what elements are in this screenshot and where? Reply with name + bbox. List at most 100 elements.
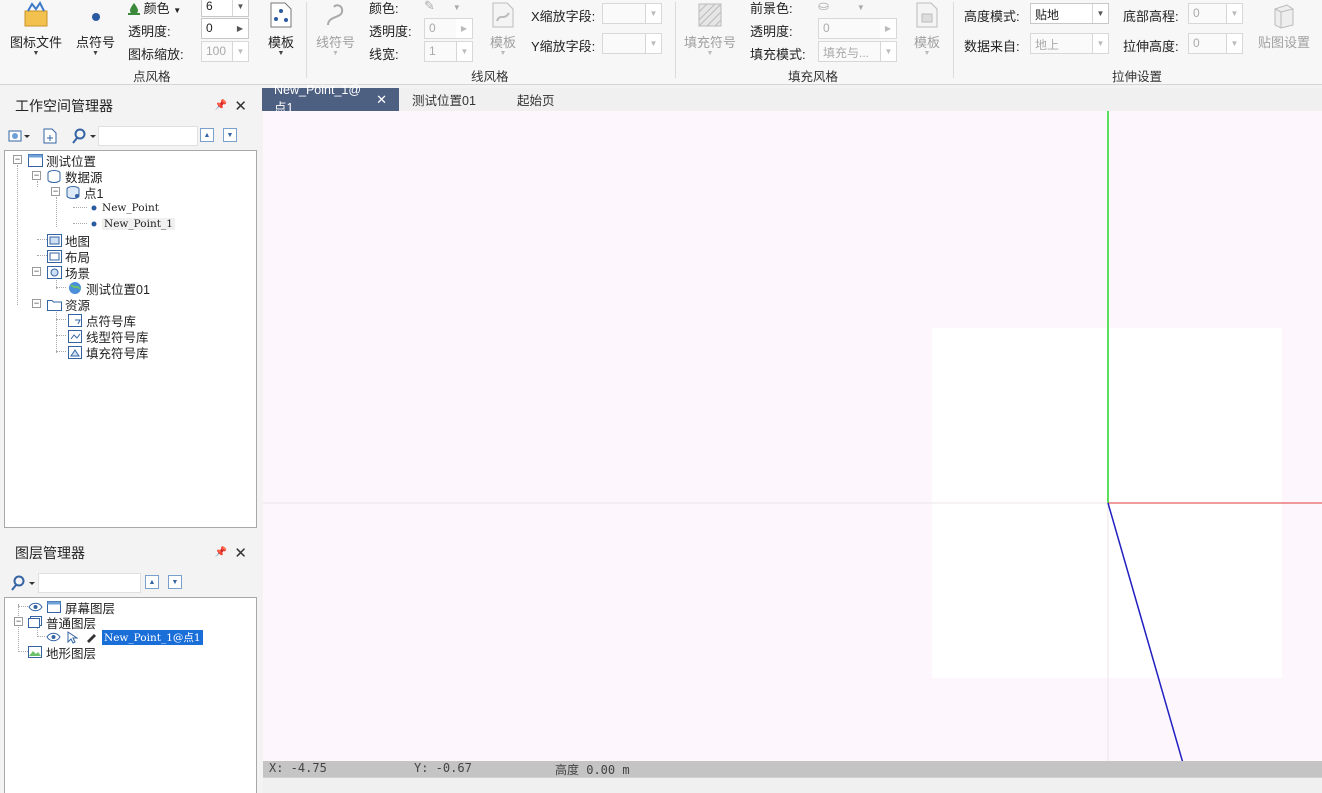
pin-icon[interactable]: 📌	[215, 547, 227, 558]
tree-node-new-point[interactable]: New_Point	[89, 200, 159, 216]
tab-scene[interactable]: 测试位置01	[400, 88, 488, 111]
arrow-up-icon[interactable]: ▲	[200, 128, 214, 142]
point-opacity-input[interactable]: 0 ▶	[201, 18, 249, 39]
point-color-button[interactable]: 颜色 ▼	[128, 0, 181, 17]
folder-icon	[46, 297, 62, 311]
bottom-elevation-select[interactable]: 0 ▼	[1188, 3, 1243, 24]
arrow-down-icon[interactable]: ▼	[168, 575, 182, 589]
datasource-icon	[46, 169, 62, 183]
line-width-select[interactable]: 1 ▼	[424, 41, 473, 62]
color-drop-icon	[128, 2, 140, 15]
paint-bucket-icon: ⛀	[818, 0, 829, 13]
close-icon[interactable]: ✕	[234, 97, 247, 115]
fill-opacity-input[interactable]: 0 ▶	[818, 18, 897, 39]
chevron-down-icon: ▼	[277, 50, 285, 57]
chevron-down-icon: ▼	[1226, 34, 1242, 53]
layer-normal-group[interactable]: 普通图层	[27, 614, 96, 631]
layout-icon	[46, 249, 62, 263]
template-icon	[488, 0, 518, 30]
fill-template-button[interactable]: 模板 ▼	[912, 0, 942, 57]
texture-settings-button[interactable]: 贴图设置	[1258, 0, 1310, 51]
line-style-group-label: 线风格	[471, 70, 509, 84]
open-file-icon[interactable]	[42, 127, 58, 145]
x-scale-field-label: X缩放字段:	[531, 9, 596, 24]
arrow-down-icon[interactable]: ▼	[223, 128, 237, 142]
chevron-down-icon: ▼	[499, 50, 507, 57]
layer-manager-header: 图层管理器 📌 ✕	[4, 537, 257, 569]
icon-scale-label: 图标缩放:	[128, 47, 184, 62]
chevron-down-icon: ▼	[173, 6, 182, 15]
search-icon[interactable]	[10, 574, 36, 592]
collapse-toggle[interactable]: −	[32, 171, 41, 180]
data-from-select[interactable]: 地上 ▼	[1030, 33, 1109, 54]
height-readout: 高度 0.00 m	[555, 763, 630, 777]
point-library-icon	[67, 313, 83, 327]
layer-search-input[interactable]	[38, 573, 141, 593]
workspace-menu-icon[interactable]	[8, 127, 30, 145]
fill-mode-select[interactable]: 填充与... ▼	[818, 41, 897, 62]
collapse-toggle[interactable]: −	[51, 187, 60, 196]
chevron-down-icon: ▼	[332, 50, 339, 57]
tab-start-page[interactable]: 起始页	[505, 88, 567, 111]
scene-viewport[interactable]	[263, 111, 1322, 777]
tree-node-dataset[interactable]: 点1	[65, 184, 103, 201]
height-mode-label: 高度模式:	[964, 9, 1020, 24]
fill-style-group-label: 填充风格	[788, 70, 839, 84]
extrude-height-select[interactable]: 0 ▼	[1188, 33, 1243, 54]
line-width-label: 线宽:	[369, 47, 399, 62]
collapse-toggle[interactable]: −	[13, 155, 22, 164]
x-coordinate: X: -4.75	[269, 761, 327, 775]
point-symbol-button[interactable]: 点符号 ▼	[76, 0, 115, 57]
group-separator	[306, 2, 307, 78]
workspace-manager-header: 工作空间管理器 📌 ✕	[4, 90, 257, 122]
pin-icon[interactable]: 📌	[215, 100, 227, 111]
workspace-icon	[27, 153, 43, 167]
line-opacity-input[interactable]: 0 ▶	[424, 18, 473, 39]
line-opacity-label: 透明度:	[369, 24, 412, 39]
chevron-down-icon: ▼	[32, 50, 40, 57]
chevron-down-icon: ▼	[232, 42, 248, 61]
collapse-toggle[interactable]: −	[14, 617, 23, 626]
terrain-icon	[27, 645, 43, 659]
collapse-toggle[interactable]: −	[32, 267, 41, 276]
x-scale-field-select[interactable]: ▼	[602, 3, 662, 24]
height-mode-select[interactable]: 贴地 ▼	[1030, 3, 1109, 24]
point-size-select[interactable]: 6 ▼	[201, 0, 249, 17]
line-template-button[interactable]: 模板 ▼	[488, 0, 518, 57]
tree-node-new-point-1[interactable]: New_Point_1	[89, 216, 175, 232]
line-symbol-button[interactable]: 线符号 ▼	[316, 0, 355, 57]
arrow-up-icon[interactable]: ▲	[145, 575, 159, 589]
tree-node-fill-library[interactable]: 填充符号库	[67, 344, 149, 361]
workspace-search-input[interactable]	[98, 126, 198, 146]
fill-opacity-label: 透明度:	[750, 24, 793, 39]
document-tabs: New_Point_1@点1 ✕ 测试位置01 起始页	[262, 83, 1322, 115]
collapse-toggle[interactable]: −	[32, 299, 41, 308]
fill-symbol-button[interactable]: 填充符号 ▼	[684, 0, 736, 57]
fill-mode-label: 填充模式:	[750, 47, 806, 62]
tree-node-resources[interactable]: 资源	[46, 296, 90, 313]
y-scale-field-select[interactable]: ▼	[602, 33, 662, 54]
close-icon[interactable]: ✕	[234, 544, 247, 562]
fg-color-button[interactable]: ⛀ ▼	[818, 0, 865, 14]
line-color-button[interactable]: ✎ ▼	[424, 0, 461, 14]
layer-manager-title: 图层管理器	[15, 545, 85, 561]
line-library-icon	[67, 329, 83, 343]
fill-library-icon	[67, 345, 83, 359]
tree-node-scenes[interactable]: 场景	[46, 264, 90, 281]
layer-toolbar: ▲ ▼	[4, 572, 257, 596]
dataset-icon	[65, 185, 81, 199]
layer-terrain[interactable]: 地形图层	[27, 644, 96, 661]
chevron-down-icon: ▼	[232, 0, 248, 16]
chevron-down-icon: ▼	[1226, 4, 1242, 23]
search-icon[interactable]	[71, 127, 97, 145]
icon-scale-select[interactable]: 100 ▼	[201, 41, 249, 62]
point-template-button[interactable]: 模板 ▼	[266, 0, 296, 57]
chevron-right-icon: ▶	[232, 19, 248, 38]
eye-icon[interactable]	[27, 600, 43, 614]
close-icon[interactable]: ✕	[376, 92, 387, 108]
icon-file-button[interactable]: 图标文件 ▼	[10, 0, 62, 57]
chevron-down-icon: ▼	[880, 42, 896, 61]
y-coordinate: Y: -0.67	[414, 761, 472, 775]
tab-new-point-1[interactable]: New_Point_1@点1 ✕	[262, 83, 399, 115]
chevron-down-icon: ▼	[92, 50, 99, 57]
